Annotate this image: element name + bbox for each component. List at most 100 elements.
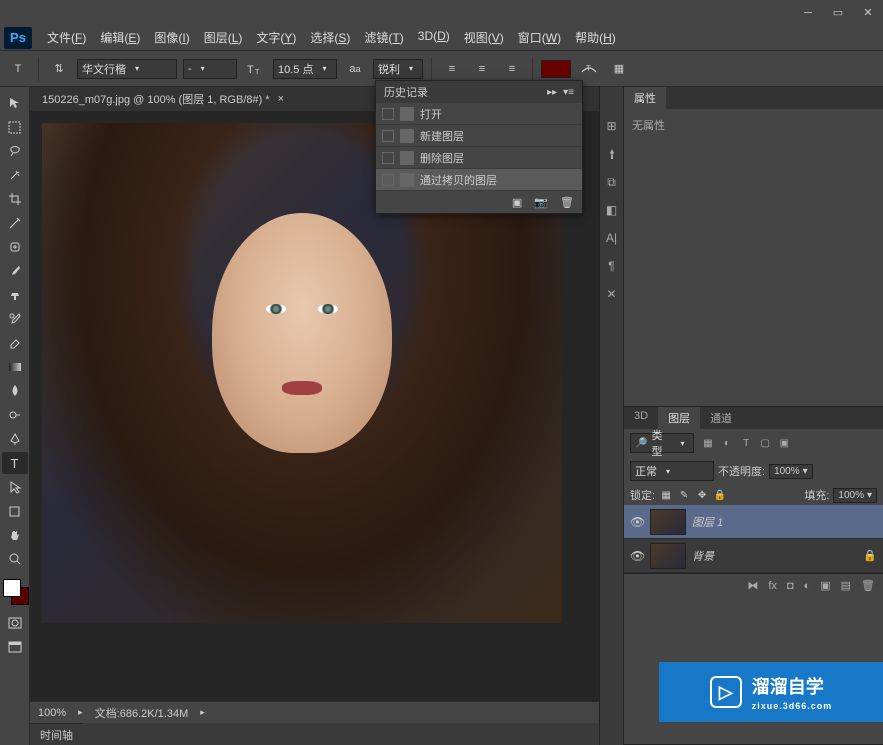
snapshot-icon[interactable]: 📷 bbox=[534, 196, 548, 209]
menu-l[interactable]: 图层(L) bbox=[197, 26, 250, 49]
paragraph-icon[interactable]: ¶ bbox=[603, 257, 621, 275]
menu-s[interactable]: 选择(S) bbox=[303, 26, 357, 49]
history-brush-tool[interactable] bbox=[2, 308, 28, 330]
layer-name[interactable]: 背景 bbox=[692, 548, 714, 564]
menu-e[interactable]: 编辑(E) bbox=[93, 26, 147, 49]
zoom-level[interactable]: 100% bbox=[38, 707, 66, 719]
rectangle-tool[interactable] bbox=[2, 500, 28, 522]
layer-thumbnail[interactable] bbox=[650, 509, 686, 535]
magic-wand-tool[interactable] bbox=[2, 164, 28, 186]
character-icon[interactable]: A| bbox=[603, 229, 621, 247]
align-right-icon[interactable]: ≡ bbox=[500, 57, 524, 81]
layer-filter-dropdown[interactable]: 🔎 类型▾ bbox=[630, 433, 694, 453]
minimize-button[interactable]: ─ bbox=[793, 3, 823, 23]
filter-shape-icon[interactable]: ▢ bbox=[757, 435, 773, 451]
clone-source-icon[interactable]: ⧉ bbox=[603, 173, 621, 191]
color-picker[interactable] bbox=[0, 579, 29, 611]
character-panel-icon[interactable]: ▦ bbox=[607, 57, 631, 81]
menu-f[interactable]: 文件(F) bbox=[40, 26, 93, 49]
panel-tab-3D[interactable]: 3D bbox=[624, 407, 658, 429]
fill-input[interactable]: 100%▾ bbox=[833, 488, 877, 503]
move-tool[interactable] bbox=[2, 92, 28, 114]
new-layer-icon[interactable]: ▤ bbox=[841, 579, 851, 592]
delete-layer-icon[interactable]: 🗑 bbox=[861, 579, 875, 592]
marquee-tool[interactable] bbox=[2, 116, 28, 138]
lock-position-icon[interactable]: ✥ bbox=[695, 488, 709, 502]
font-size-dropdown[interactable]: 10.5 点▾ bbox=[273, 59, 337, 79]
warp-text-icon[interactable]: T bbox=[577, 57, 601, 81]
layer-mask-icon[interactable]: ◘ bbox=[787, 580, 794, 592]
eraser-tool[interactable] bbox=[2, 332, 28, 354]
group-icon[interactable]: ▣ bbox=[820, 579, 830, 592]
visibility-icon[interactable]: 👁 bbox=[630, 515, 644, 529]
opacity-input[interactable]: 100%▾ bbox=[769, 464, 813, 479]
close-tab-icon[interactable]: × bbox=[278, 93, 284, 105]
lock-pixels-icon[interactable]: ▦ bbox=[659, 488, 673, 502]
quickmask-tool[interactable] bbox=[2, 612, 28, 634]
history-item[interactable]: 删除图层 bbox=[376, 147, 582, 169]
swatches-icon[interactable]: ⊞ bbox=[603, 117, 621, 135]
adjustment-layer-icon[interactable]: ◐ bbox=[804, 580, 811, 592]
filter-type-icon[interactable]: T bbox=[738, 435, 754, 451]
history-checkbox[interactable] bbox=[382, 174, 394, 186]
panel-tab-通道[interactable]: 通道 bbox=[700, 407, 742, 429]
menu-h[interactable]: 帮助(H) bbox=[568, 26, 623, 49]
close-button[interactable]: ✕ bbox=[853, 3, 883, 23]
crop-tool[interactable] bbox=[2, 188, 28, 210]
menu-y[interactable]: 文字(Y) bbox=[249, 26, 303, 49]
history-checkbox[interactable] bbox=[382, 152, 394, 164]
hand-tool[interactable] bbox=[2, 524, 28, 546]
filter-smart-icon[interactable]: ▣ bbox=[776, 435, 792, 451]
blend-mode-dropdown[interactable]: 正常▾ bbox=[630, 461, 714, 481]
menu-w[interactable]: 窗口(W) bbox=[511, 26, 568, 49]
history-item[interactable]: 新建图层 bbox=[376, 125, 582, 147]
styles-icon[interactable]: ◧ bbox=[603, 201, 621, 219]
screen-mode-tool[interactable] bbox=[2, 636, 28, 658]
zoom-tool[interactable] bbox=[2, 548, 28, 570]
menu-i[interactable]: 图像(I) bbox=[147, 26, 196, 49]
dodge-tool[interactable] bbox=[2, 404, 28, 426]
blur-tool[interactable] bbox=[2, 380, 28, 402]
gradient-tool[interactable] bbox=[2, 356, 28, 378]
layer-row[interactable]: 👁 图层 1 bbox=[624, 505, 883, 539]
align-center-icon[interactable]: ≡ bbox=[470, 57, 494, 81]
properties-tab[interactable]: 属性 bbox=[624, 87, 666, 109]
collapse-icon[interactable]: ▸▸ bbox=[547, 87, 557, 98]
type-tool[interactable]: T bbox=[2, 452, 28, 474]
pen-tool[interactable] bbox=[2, 428, 28, 450]
link-layers-icon[interactable]: ⧓ bbox=[747, 579, 758, 592]
clone-stamp-tool[interactable] bbox=[2, 284, 28, 306]
menu-d[interactable]: 3D(D) bbox=[411, 26, 457, 49]
panel-menu-icon[interactable]: ▾≡ bbox=[563, 87, 574, 98]
antialias-dropdown[interactable]: 锐利▾ bbox=[373, 59, 423, 79]
tool-preset-icon[interactable]: T bbox=[6, 57, 30, 81]
align-left-icon[interactable]: ≡ bbox=[440, 57, 464, 81]
lock-all-icon[interactable]: 🔒 bbox=[713, 488, 727, 502]
text-color-swatch[interactable] bbox=[541, 60, 571, 78]
filter-pixel-icon[interactable]: ▦ bbox=[700, 435, 716, 451]
history-checkbox[interactable] bbox=[382, 130, 394, 142]
menu-v[interactable]: 视图(V) bbox=[457, 26, 511, 49]
delete-state-icon[interactable]: 🗑 bbox=[560, 196, 574, 209]
path-selection-tool[interactable] bbox=[2, 476, 28, 498]
timeline-tab[interactable]: 时间轴 bbox=[30, 723, 83, 745]
layer-name[interactable]: 图层 1 bbox=[692, 514, 723, 530]
history-item[interactable]: 通过拷贝的图层 bbox=[376, 169, 582, 191]
lasso-tool[interactable] bbox=[2, 140, 28, 162]
lock-brush-icon[interactable]: ✎ bbox=[677, 488, 691, 502]
font-family-dropdown[interactable]: 华文行楷▾ bbox=[77, 59, 177, 79]
healing-brush-tool[interactable] bbox=[2, 236, 28, 258]
history-checkbox[interactable] bbox=[382, 108, 394, 120]
maximize-button[interactable]: ▭ bbox=[823, 3, 853, 23]
tools-icon[interactable]: ✕ bbox=[603, 285, 621, 303]
create-document-icon[interactable]: ▣ bbox=[512, 196, 522, 209]
history-item[interactable]: 打开 bbox=[376, 103, 582, 125]
orientation-icon[interactable]: ⇅ bbox=[47, 57, 71, 81]
visibility-icon[interactable]: 👁 bbox=[630, 549, 644, 563]
eyedropper-tool[interactable] bbox=[2, 212, 28, 234]
filter-adjust-icon[interactable]: ◐ bbox=[719, 435, 735, 451]
foreground-color-swatch[interactable] bbox=[3, 579, 21, 597]
panel-tab-图层[interactable]: 图层 bbox=[658, 407, 700, 429]
layer-style-icon[interactable]: fx bbox=[768, 580, 777, 592]
layer-row[interactable]: 👁背景🔒 bbox=[624, 539, 883, 573]
